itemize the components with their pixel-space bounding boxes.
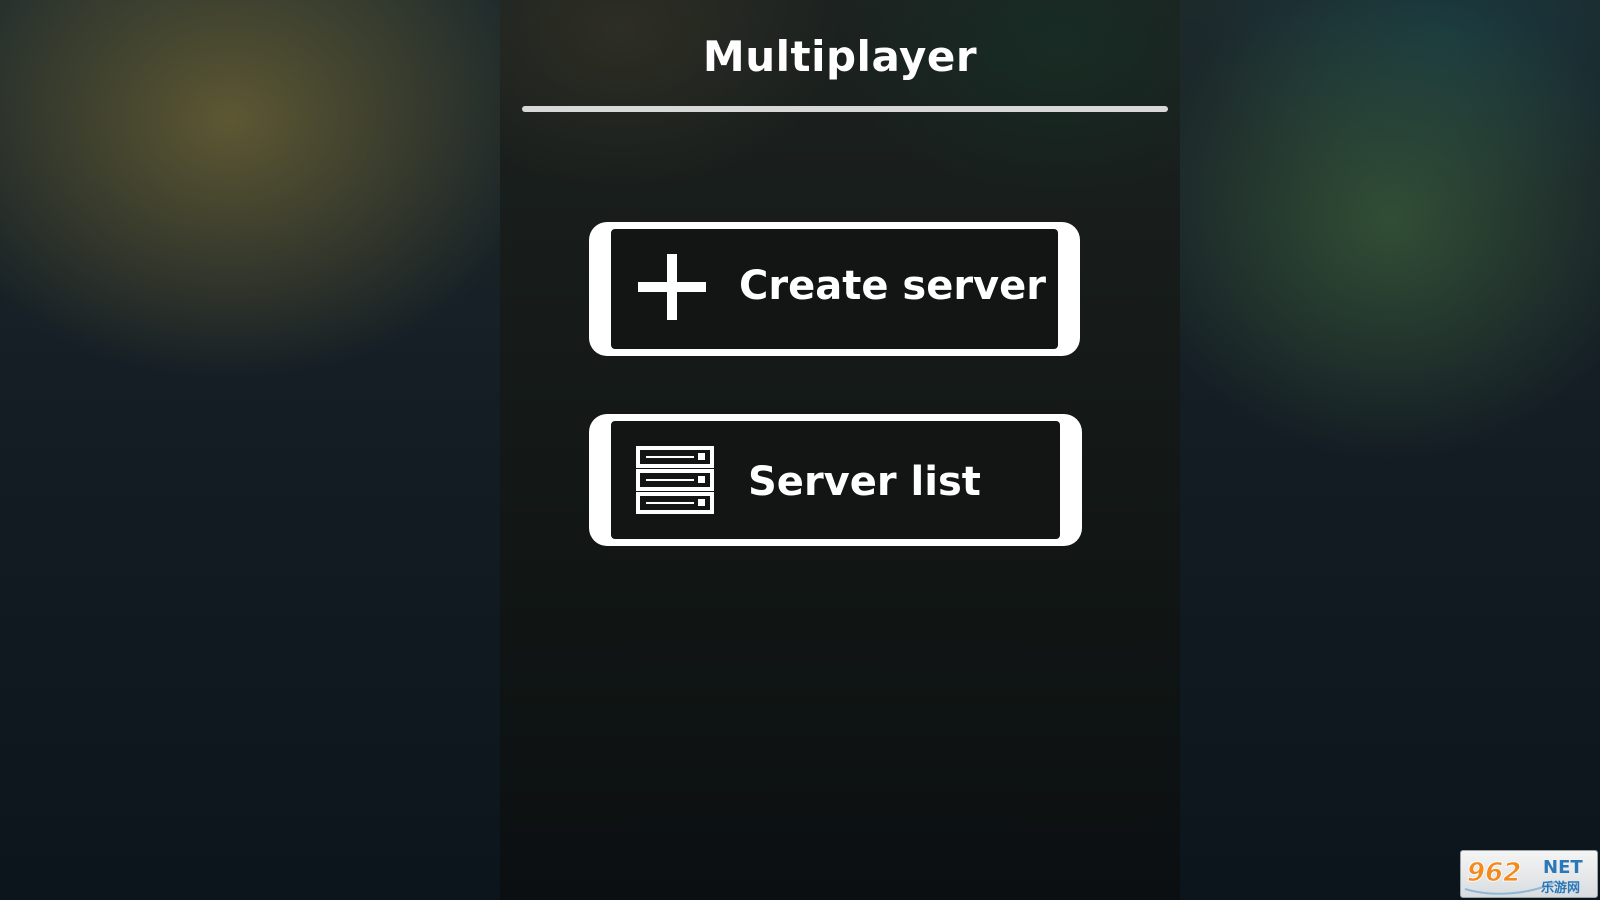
watermark-suffix: NET xyxy=(1543,857,1583,878)
page-title: Multiplayer xyxy=(702,32,978,81)
server-rack-icon xyxy=(636,446,714,514)
watermark-graphic: 962 NET 乐游网 xyxy=(1464,857,1583,896)
multiplayer-screen: Multiplayer Create server Server list 96… xyxy=(0,0,1600,900)
watermark-chinese: 乐游网 xyxy=(1541,880,1580,896)
title-divider xyxy=(522,106,1168,112)
site-watermark-logo: 962 NET 乐游网 xyxy=(1460,850,1598,898)
server-list-label: Server list xyxy=(748,459,981,505)
server-list-button-face: Server list xyxy=(611,421,1060,539)
server-list-button[interactable]: Server list xyxy=(589,414,1082,546)
create-server-button[interactable]: Create server xyxy=(589,222,1080,356)
center-panel: Multiplayer Create server Server list xyxy=(500,0,1180,900)
create-server-button-face: Create server xyxy=(611,229,1058,349)
watermark-number: 962 xyxy=(1467,858,1521,888)
create-server-label: Create server xyxy=(739,263,1046,309)
plus-icon xyxy=(638,254,706,320)
